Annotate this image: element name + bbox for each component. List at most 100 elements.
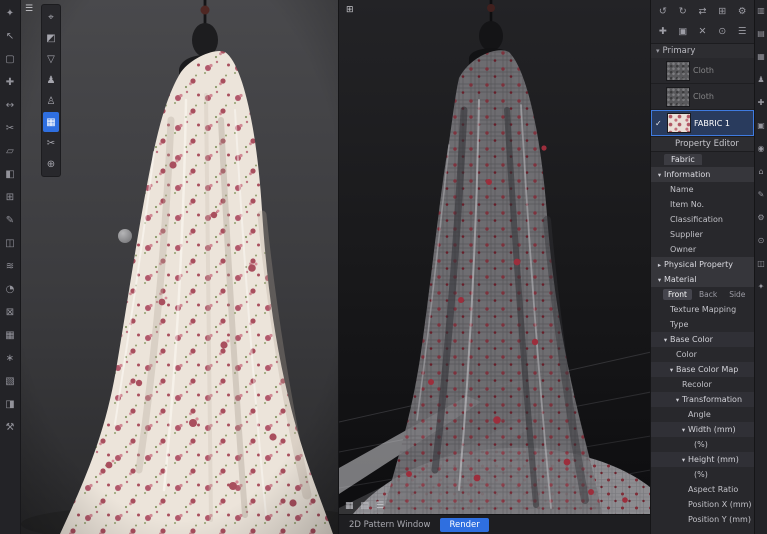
tab-2d-pattern-window[interactable]: 2D Pattern Window: [349, 520, 430, 530]
property-row-physical-property[interactable]: ▸ Physical Property: [651, 257, 754, 272]
property-row-color[interactable]: Color: [651, 347, 754, 362]
expand-arrow-icon[interactable]: ▾: [679, 426, 688, 434]
layer-row-cloth[interactable]: Cloth: [651, 58, 754, 84]
seam-scissors-icon[interactable]: ✂: [43, 133, 59, 153]
sparkle-icon[interactable]: ✦: [758, 280, 765, 292]
fabric-texture-display-icon[interactable]: ▦: [43, 112, 59, 132]
grid-tool-icon[interactable]: ⊞: [2, 187, 19, 208]
pen-tool-icon[interactable]: ✎: [2, 210, 19, 231]
close-icon[interactable]: ✕: [693, 23, 713, 40]
grid-plus-icon[interactable]: ⊞: [712, 3, 732, 20]
swap-icon[interactable]: ⇄: [693, 3, 713, 20]
wave-tool-icon[interactable]: ≋: [2, 256, 19, 277]
add-point-tool-icon[interactable]: ✚: [2, 72, 19, 93]
add-icon[interactable]: ✚: [653, 23, 673, 40]
expand-arrow-icon[interactable]: ▾: [655, 171, 664, 179]
half-shade-tool-icon[interactable]: ◧: [2, 164, 19, 185]
property-row-transformation[interactable]: ▾ Transformation: [651, 392, 754, 407]
home-icon[interactable]: ⌂: [758, 165, 763, 177]
polygon-tool-icon[interactable]: ▱: [2, 141, 19, 162]
avatar-alt-display-icon[interactable]: ♙: [43, 91, 59, 111]
target-icon[interactable]: ⊙: [758, 234, 765, 246]
avatar-panel-icon[interactable]: ♟: [757, 73, 764, 85]
box-panel-icon[interactable]: ▣: [757, 119, 765, 131]
property-row-supplier[interactable]: Supplier: [651, 227, 754, 242]
object-browser-section[interactable]: ▾ Primary: [651, 43, 754, 58]
move-tool-icon[interactable]: ↔: [2, 95, 19, 116]
window-tool-icon[interactable]: ◫: [2, 233, 19, 254]
garment-display-icon[interactable]: ◩: [43, 28, 59, 48]
menu-icon[interactable]: ☰: [732, 23, 752, 40]
asterisk-tool-icon[interactable]: ∗: [2, 348, 19, 369]
crossbox-tool-icon[interactable]: ⊠: [2, 302, 19, 323]
property-row-base-color[interactable]: ▾ Base Color: [651, 332, 754, 347]
pie-tool-icon[interactable]: ◔: [2, 279, 19, 300]
layer-row-cloth[interactable]: Cloth: [651, 84, 754, 110]
redo-icon[interactable]: ↻: [673, 3, 693, 20]
viewport-render[interactable]: ⊞ ▦ ▤ ☰ 2D Pattern Window Render: [338, 0, 650, 534]
property-row-information[interactable]: ▾ Information: [651, 167, 754, 182]
property-row-height-mm[interactable]: ▾ Height (mm): [651, 452, 754, 467]
property-row-classification[interactable]: Classification: [651, 212, 754, 227]
add-circle-icon[interactable]: ⊕: [43, 154, 59, 174]
expand-arrow-icon[interactable]: ▾: [661, 336, 670, 344]
fabric-panel-icon[interactable]: ▦: [757, 50, 765, 62]
property-row-item[interactable]: (%): [651, 467, 754, 482]
hammer-tool-icon[interactable]: ⚒: [2, 417, 19, 438]
cursor-tool-icon[interactable]: ↖: [2, 26, 19, 47]
add-panel-icon[interactable]: ✚: [758, 96, 765, 108]
property-row-item[interactable]: (%): [651, 437, 754, 452]
property-row-recolor[interactable]: Recolor: [651, 377, 754, 392]
frame-tool-icon[interactable]: ▢: [2, 49, 19, 70]
edit-icon[interactable]: ✎: [758, 188, 765, 200]
panel-top-icon[interactable]: ▥: [757, 4, 765, 16]
undo-icon[interactable]: ↺: [653, 3, 673, 20]
property-row-width-mm[interactable]: ▾ Width (mm): [651, 422, 754, 437]
texture-view-icon[interactable]: ▦: [345, 501, 354, 511]
shade-right-tool-icon[interactable]: ◨: [2, 394, 19, 415]
side-tab-side[interactable]: Side: [724, 289, 750, 300]
target-circle-icon[interactable]: ⊙: [712, 23, 732, 40]
property-row-material[interactable]: ▾ Material: [651, 272, 754, 287]
property-row-owner[interactable]: Owner: [651, 242, 754, 257]
property-row-item-no[interactable]: Item No.: [651, 197, 754, 212]
tab-render[interactable]: Render: [440, 517, 489, 532]
box-icon[interactable]: ▣: [673, 23, 693, 40]
gizmo-handle[interactable]: [118, 229, 132, 243]
expand-arrow-icon[interactable]: ▸: [655, 261, 664, 269]
expand-arrow-icon[interactable]: ▾: [667, 366, 676, 374]
library-icon[interactable]: ▤: [757, 27, 765, 39]
property-label: Base Color Map: [676, 365, 739, 374]
property-row-texture-mapping[interactable]: Texture Mapping: [651, 302, 754, 317]
property-row-angle[interactable]: Angle: [651, 407, 754, 422]
property-row-position-y-mm[interactable]: Position Y (mm): [651, 512, 754, 527]
expand-arrow-icon[interactable]: ▾: [655, 276, 664, 284]
expand-arrow-icon[interactable]: ▾: [679, 456, 688, 464]
viewport-3d[interactable]: ☰ ⌖ ◩ ▽ ♟ ♙ ▦ ✂ ⊕: [21, 0, 338, 534]
side-tab-back[interactable]: Back: [694, 289, 722, 300]
property-row-type[interactable]: Type: [651, 317, 754, 332]
property-row-fabric[interactable]: Fabric: [651, 152, 754, 167]
layout-view-icon[interactable]: ▤: [361, 501, 370, 511]
gear-icon[interactable]: ⚙: [732, 3, 752, 20]
star-tool-icon[interactable]: ✦: [2, 3, 19, 24]
target-display-icon[interactable]: ⌖: [43, 7, 59, 27]
property-row-base-color-map[interactable]: ▾ Base Color Map: [651, 362, 754, 377]
mesh-tool-icon[interactable]: ▦: [2, 325, 19, 346]
avatar-display-icon[interactable]: ♟: [43, 70, 59, 90]
record-icon[interactable]: ◉: [758, 142, 765, 154]
property-row-aspect-ratio[interactable]: Aspect Ratio: [651, 482, 754, 497]
expand-arrow-icon[interactable]: ▾: [673, 396, 682, 404]
scissors-tool-icon[interactable]: ✂: [2, 118, 19, 139]
settings-icon[interactable]: ⚙: [757, 211, 764, 223]
columns-icon[interactable]: ◫: [757, 257, 765, 269]
hatch-tool-icon[interactable]: ▧: [2, 371, 19, 392]
triangle-display-icon[interactable]: ▽: [43, 49, 59, 69]
render-options-icon[interactable]: ⊞: [346, 5, 354, 15]
layer-row-fabric-1[interactable]: ✓ FABRIC 1: [651, 110, 754, 136]
property-row-position-x-mm[interactable]: Position X (mm): [651, 497, 754, 512]
property-row-name[interactable]: Name: [651, 182, 754, 197]
list-view-icon[interactable]: ☰: [376, 501, 384, 511]
viewport-options-icon[interactable]: ☰: [25, 4, 33, 14]
side-tab-front[interactable]: Front: [663, 289, 692, 300]
